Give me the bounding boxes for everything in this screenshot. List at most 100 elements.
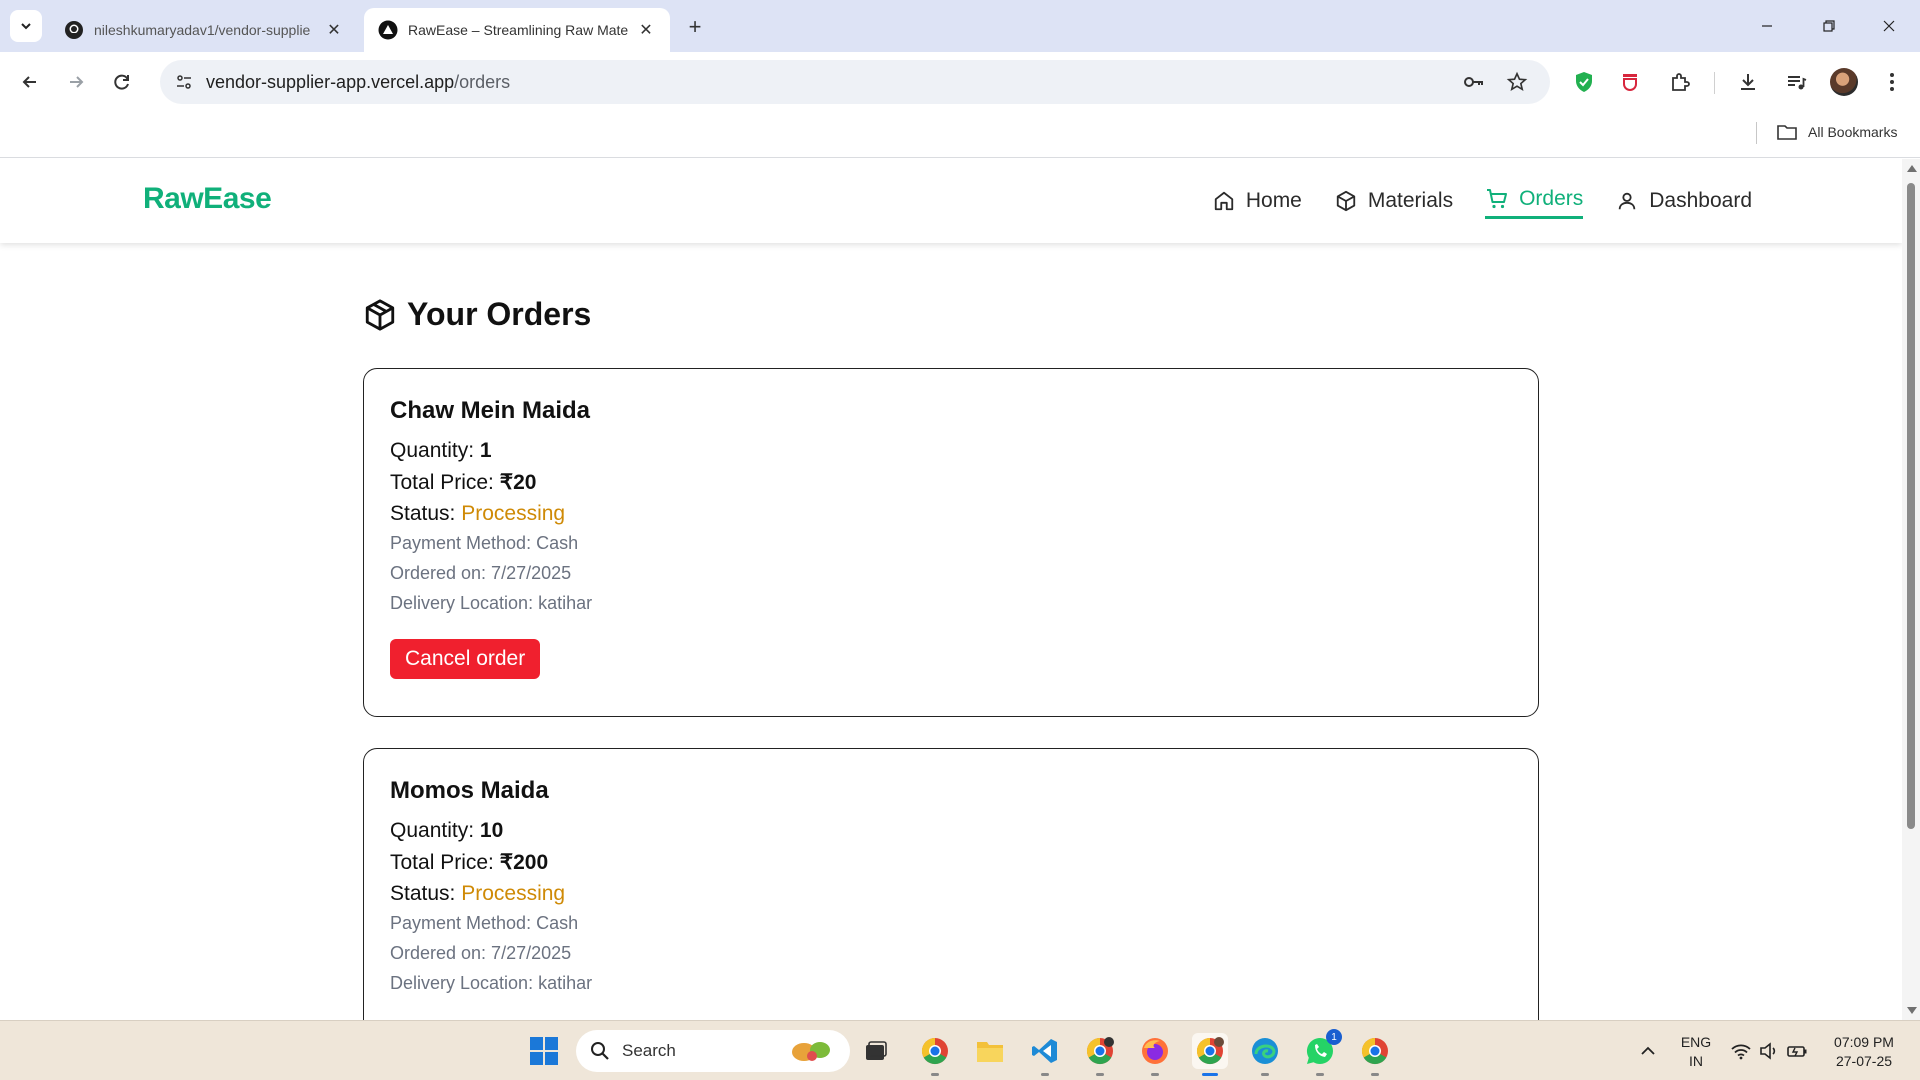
toolbar-divider [1714, 72, 1715, 94]
order-quantity: Quantity: 1 [390, 439, 1512, 463]
clock-date: 27-07-25 [1835, 1053, 1893, 1069]
wifi-icon[interactable] [1726, 1033, 1756, 1069]
quantity-value: 1 [479, 439, 492, 462]
windows-start-icon[interactable] [528, 1035, 560, 1067]
price-value: ₹20 [499, 471, 537, 494]
tab-title: RawEase – Streamlining Raw Mate [408, 22, 629, 38]
status-badge: Processing [461, 502, 566, 525]
whatsapp-badge: 1 [1326, 1029, 1342, 1045]
more-menu-icon[interactable] [1876, 66, 1908, 98]
bookmarks-divider [1756, 122, 1757, 144]
all-bookmarks-button[interactable]: All Bookmarks [1776, 122, 1897, 142]
order-quantity: Quantity: 10 [390, 819, 1512, 843]
extensions-puzzle-icon[interactable] [1664, 66, 1696, 98]
site-info-icon[interactable] [170, 68, 198, 96]
reload-icon [114, 74, 129, 90]
all-bookmarks-label: All Bookmarks [1808, 124, 1898, 140]
media-control-icon[interactable] [1780, 66, 1812, 98]
battery-icon[interactable] [1782, 1033, 1812, 1069]
folder-icon [1777, 125, 1797, 140]
file-explorer-icon[interactable] [972, 1033, 1008, 1069]
edge-icon[interactable] [1247, 1033, 1283, 1076]
bookmark-star-icon[interactable] [1505, 70, 1529, 94]
volume-icon[interactable] [1754, 1033, 1784, 1069]
delivery-location: Delivery Location: katihar [390, 973, 593, 993]
taskbar-search[interactable]: Search [576, 1030, 850, 1072]
adblock-shield-icon[interactable] [1568, 66, 1600, 98]
chrome-active-app-icon[interactable] [1192, 1033, 1228, 1076]
forward-button[interactable] [58, 64, 94, 100]
download-icon[interactable] [1732, 66, 1764, 98]
password-key-icon[interactable] [1462, 70, 1486, 94]
brand-logo[interactable]: RawEase [143, 182, 272, 216]
chrome-second-app-icon[interactable] [1357, 1033, 1393, 1076]
close-icon [1883, 20, 1895, 32]
order-price: Total Price: ₹20 [390, 470, 1512, 495]
firefox-icon[interactable] [1137, 1033, 1173, 1076]
back-button[interactable] [12, 64, 48, 100]
price-value: ₹200 [499, 851, 549, 874]
nav-materials-label: Materials [1367, 189, 1454, 212]
quantity-value: 10 [479, 819, 504, 842]
order-name: Chaw Mein Maida [390, 397, 591, 424]
home-icon [1212, 189, 1236, 213]
language-indicator[interactable]: ENG IN [1680, 1033, 1712, 1071]
close-tab-icon[interactable]: ✕ [636, 20, 656, 40]
extension-red-icon[interactable] [1614, 66, 1646, 98]
restore-icon [1823, 20, 1835, 32]
box-icon [1334, 189, 1358, 213]
browser-tab-strip: nileshkumaryadav1/vendor-supplie ✕ RawEa… [0, 0, 1920, 52]
region-code: IN [1689, 1053, 1703, 1069]
reload-button[interactable] [104, 64, 140, 100]
nav-home[interactable]: Home [1212, 179, 1302, 223]
scrollbar-thumb[interactable] [1907, 183, 1915, 829]
new-tab-button[interactable]: + [682, 14, 708, 40]
package-icon [365, 298, 395, 331]
vscode-icon[interactable] [1027, 1033, 1063, 1076]
nav-dashboard-label: Dashboard [1649, 189, 1752, 212]
nav-orders[interactable]: Orders [1485, 179, 1584, 219]
address-bar[interactable]: vendor-supplier-app.vercel.app/orders [160, 60, 1550, 104]
minimize-button[interactable] [1744, 10, 1790, 42]
tray-overflow-chevron-icon[interactable] [1630, 1033, 1666, 1069]
close-window-button[interactable] [1866, 10, 1912, 42]
order-price: Total Price: ₹200 [390, 850, 1512, 875]
chevron-down-icon [21, 23, 31, 30]
price-label: Total Price: [390, 471, 494, 494]
close-tab-icon[interactable]: ✕ [324, 20, 344, 40]
site-header: RawEase Home Materials Orders Dashboard [0, 159, 1902, 243]
tab-search-button[interactable] [10, 10, 42, 42]
arrow-right-icon [70, 76, 84, 88]
scroll-down-arrow[interactable] [1907, 1007, 1917, 1014]
order-status: Status: Processing [390, 882, 1512, 906]
page-heading-text: Your Orders [407, 296, 592, 332]
whatsapp-icon[interactable]: 1 [1302, 1029, 1342, 1076]
clock[interactable]: 07:09 PM 27-07-25 [1826, 1033, 1902, 1071]
ordered-on-date: Ordered on: 7/27/2025 [390, 563, 572, 583]
order-card: Momos Maida Quantity: 10 Total Price: ₹2… [363, 748, 1539, 1020]
nav-materials[interactable]: Materials [1334, 179, 1453, 223]
tab-github[interactable]: nileshkumaryadav1/vendor-supplie ✕ [50, 8, 358, 52]
restore-button[interactable] [1806, 10, 1852, 42]
search-highlight-icon [792, 1042, 830, 1061]
tab-rawease[interactable]: RawEase – Streamlining Raw Mate ✕ [364, 8, 670, 52]
chrome-profile-app-icon[interactable] [1082, 1033, 1118, 1076]
scroll-up-arrow[interactable] [1907, 165, 1917, 172]
bookmarks-bar: All Bookmarks [0, 112, 1920, 158]
github-icon [65, 21, 83, 39]
profile-avatar[interactable] [1830, 68, 1858, 96]
quantity-label: Quantity: [390, 819, 475, 842]
status-badge: Processing [461, 882, 566, 905]
page-viewport: RawEase Home Materials Orders Dashboard … [0, 159, 1920, 1020]
page-scrollbar[interactable] [1902, 159, 1920, 1020]
chrome-app-icon[interactable] [917, 1033, 953, 1076]
nav-dashboard[interactable]: Dashboard [1615, 179, 1752, 223]
cart-icon [1485, 187, 1509, 211]
status-label: Status: [390, 882, 456, 905]
task-view-icon[interactable] [858, 1033, 894, 1069]
url-path: /orders [454, 72, 511, 92]
main-nav: Home Materials Orders Dashboard [1180, 159, 1752, 243]
language-code: ENG [1680, 1034, 1712, 1050]
quantity-label: Quantity: [390, 439, 475, 462]
cancel-order-button[interactable]: Cancel order [390, 639, 541, 679]
